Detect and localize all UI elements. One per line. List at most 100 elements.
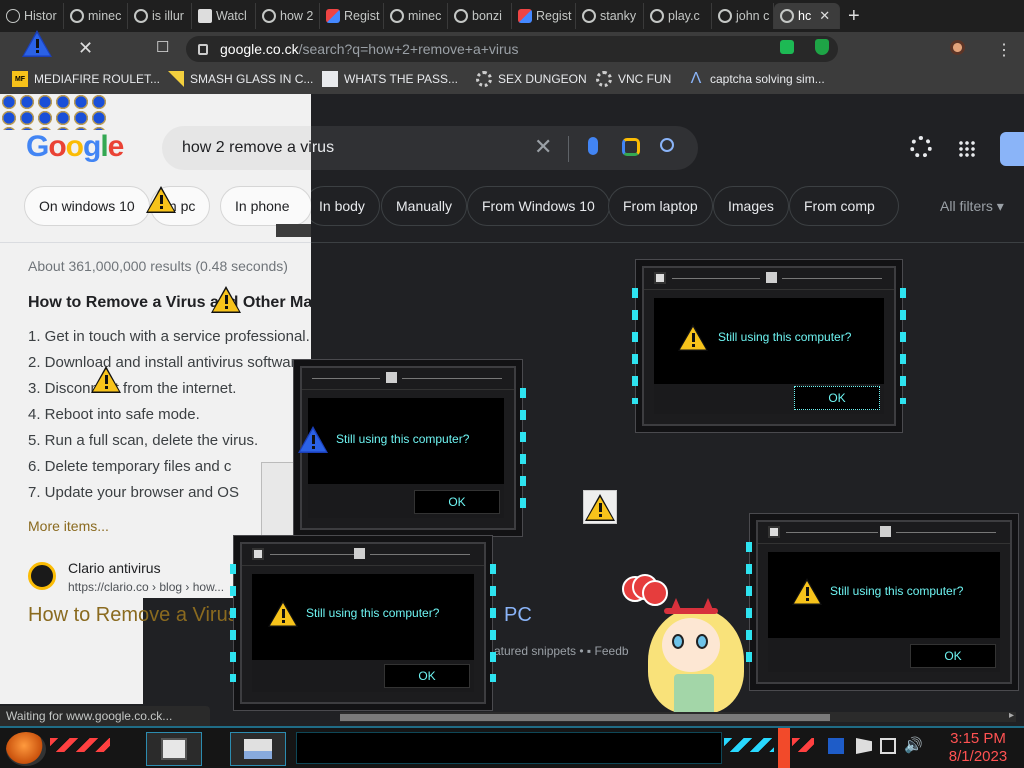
window-icon (386, 372, 397, 383)
search-input-light[interactable]: how 2 remove a virus (182, 139, 311, 157)
search-divider (568, 136, 569, 162)
fake-dialog[interactable]: Still using this computer? OK (746, 520, 1012, 684)
volume-icon[interactable]: 🔊 (904, 738, 923, 754)
chip-in-body[interactable]: In body (304, 186, 380, 226)
chip-from-windows-10[interactable]: From Windows 10 (467, 186, 610, 226)
close-tab-icon[interactable]: ✕ (819, 8, 830, 24)
dialog-titlebar[interactable] (242, 544, 484, 566)
network-icon[interactable] (880, 738, 896, 754)
tab-stanky[interactable]: stanky (576, 3, 644, 29)
tab-is-illur[interactable]: is illur (128, 3, 192, 29)
horizontal-scrollbar[interactable]: ▸ (340, 710, 1016, 722)
chip-on-windows-10-light[interactable]: On windows 10 (24, 186, 150, 226)
scrollbar-thumb[interactable] (340, 714, 830, 721)
dialog-titlebar[interactable] (644, 268, 894, 290)
featured-snippets-footer[interactable]: atured snippets • ▪ Feedb (494, 644, 629, 658)
search-box-light[interactable]: how 2 remove a virus (162, 126, 311, 170)
list-item: 5. Run a full scan, delete the virus. (28, 432, 259, 449)
ok-button[interactable]: OK (794, 386, 880, 410)
fake-dialog[interactable]: Still using this computer? OK (298, 366, 526, 530)
ok-button[interactable]: OK (910, 644, 996, 668)
bookmark-vnc-fun[interactable]: VNC FUN (596, 71, 671, 87)
tab-play[interactable]: play.c (644, 3, 712, 29)
browser-menu-button[interactable]: ⋮ (996, 40, 1012, 60)
chip-from-laptop[interactable]: From laptop (608, 186, 713, 226)
tab-regist-2[interactable]: Regist (512, 3, 576, 29)
taskbar-decoration (50, 738, 110, 752)
more-items-link[interactable]: More items... (28, 518, 109, 534)
window-icon (766, 272, 777, 283)
apps-grid-icon[interactable] (958, 140, 976, 158)
extension-icon[interactable] (780, 40, 794, 54)
bookmark-captcha[interactable]: Λcaptcha solving sim... (688, 71, 825, 87)
clear-search-icon[interactable]: ✕ (534, 134, 552, 160)
search-icon[interactable] (660, 138, 674, 152)
new-tab-button[interactable]: + (848, 5, 860, 28)
dialog-titlebar[interactable] (302, 368, 514, 390)
taskbar-app-monitor[interactable] (230, 732, 286, 766)
stop-loading-button[interactable]: ✕ (78, 38, 93, 59)
window-icon (768, 526, 780, 538)
scroll-right-icon[interactable]: ▸ (1009, 710, 1014, 721)
result-title-link[interactable]: How to Remove a Virus PC (28, 604, 532, 627)
tab-how2[interactable]: how 2 (256, 3, 320, 29)
shield-extension-icon[interactable] (815, 39, 829, 55)
flag-icon[interactable] (856, 738, 872, 754)
tab-minec-2[interactable]: minec (384, 3, 448, 29)
globe-icon (70, 9, 84, 23)
window-icon (880, 526, 891, 537)
chip-images[interactable]: Images (713, 186, 789, 226)
tab-watch[interactable]: Watcl (192, 3, 256, 29)
gear-icon (476, 71, 492, 87)
ghost-strip (276, 224, 311, 237)
bookmark-mediafire[interactable]: MF MEDIAFIRE ROULET... (12, 71, 160, 87)
lambda-icon: Λ (690, 70, 702, 87)
all-filters-button[interactable]: All filters ▾ (940, 198, 1004, 215)
warning-icon (298, 426, 328, 453)
chip-manually[interactable]: Manually (381, 186, 468, 226)
dialog-message: Still using this computer? (336, 432, 470, 446)
warning-icon (146, 186, 176, 213)
start-button[interactable] (6, 732, 46, 766)
gear-icon[interactable] (910, 136, 932, 158)
globe-icon (780, 9, 794, 23)
keyboard-icon[interactable] (828, 738, 844, 754)
chip-in-phone-light[interactable]: In phone (220, 186, 311, 226)
google-logo[interactable]: Google (26, 130, 124, 164)
taskbar-app-window[interactable] (146, 732, 202, 766)
ok-button[interactable]: OK (414, 490, 500, 514)
tab-john[interactable]: john c (712, 3, 774, 29)
bookmark-whats-the-pass[interactable]: WHATS THE PASS... (322, 71, 458, 87)
source-url[interactable]: https://clario.co › blog › how... (68, 580, 224, 594)
microphone-icon[interactable] (588, 137, 598, 155)
window-icon (161, 738, 187, 760)
chip-from-comp[interactable]: From comp (789, 186, 899, 226)
system-clock[interactable]: 3:15 PM 8/1/2023 (938, 730, 1018, 766)
stale-page-fragment: Google how 2 remove a virus On windows 1… (0, 94, 311, 598)
bookmark-star-button[interactable]: ☐ (156, 38, 169, 56)
address-bar[interactable]: google.co.ck/search?q=how+2+remove+a+vir… (186, 36, 838, 62)
result-stats: About 361,000,000 results (0.48 seconds) (28, 258, 288, 274)
tab-regist[interactable]: Regist (320, 3, 384, 29)
list-item: 1. Get in touch with a service professio… (28, 328, 310, 345)
tab-active[interactable]: hc ✕ (774, 3, 840, 29)
ok-button[interactable]: OK (384, 664, 470, 688)
desktop-buddy-character[interactable] (630, 590, 750, 714)
show-desktop-bar[interactable] (778, 728, 790, 768)
globe-icon (134, 9, 148, 23)
tab-bonzi[interactable]: bonzi (448, 3, 512, 29)
bookmark-sex-dungeon[interactable]: SEX DUNGEON (476, 71, 587, 87)
snippet-title: How to Remove a Virus and Other Malware … (28, 294, 311, 311)
fake-dialog[interactable]: Still using this computer? OK (230, 542, 496, 704)
bookmark-smash-glass[interactable]: SMASH GLASS IN C... (168, 71, 313, 87)
tab-minec[interactable]: minec (64, 3, 128, 29)
window-icon (654, 272, 666, 284)
dialog-titlebar[interactable] (758, 522, 1010, 544)
lens-icon[interactable] (622, 138, 640, 156)
source-name[interactable]: Clario antivirus (68, 560, 161, 576)
tab-history[interactable]: Histor (0, 3, 64, 29)
sign-in-button[interactable] (1000, 132, 1024, 166)
fake-dialog[interactable]: Still using this computer? OK (632, 266, 906, 426)
profile-avatar[interactable] (950, 40, 965, 55)
warning-icon (22, 30, 52, 57)
